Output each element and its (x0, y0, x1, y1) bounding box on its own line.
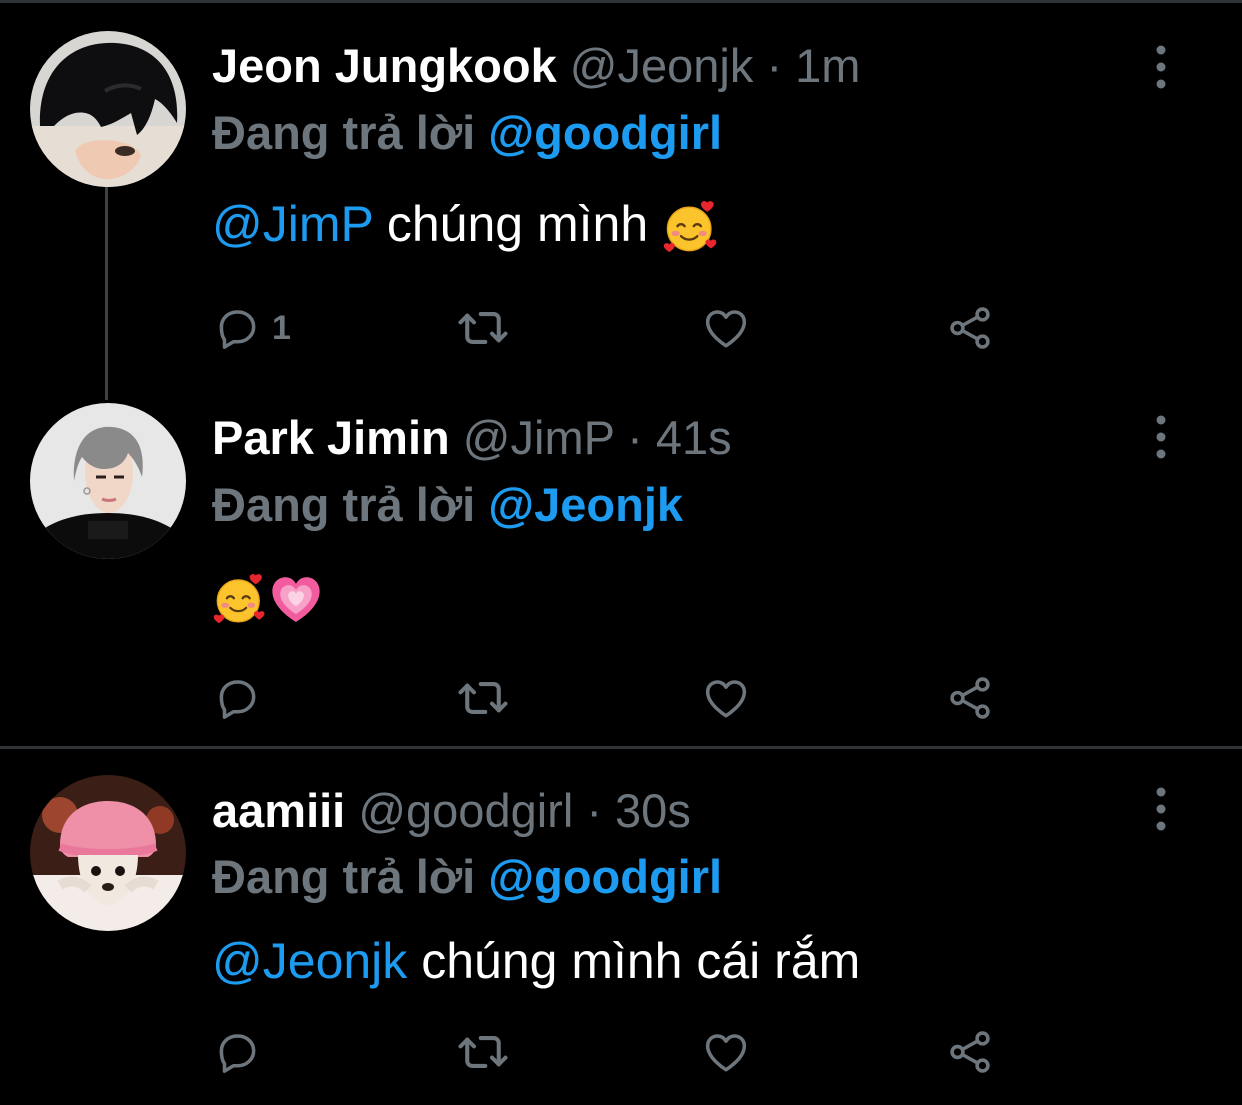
tweet-header: Park Jimin @JimP · 41s (212, 408, 732, 468)
tweet-text-content: chúng mình cái rắm (421, 933, 861, 989)
speech-bubble-icon (212, 303, 262, 353)
more-options-icon[interactable] (1148, 786, 1174, 832)
share-button[interactable] (945, 1022, 995, 1082)
timestamp[interactable]: 30s (615, 784, 691, 837)
share-button[interactable] (945, 298, 995, 358)
separator-dot: · (627, 411, 643, 464)
retweet-button[interactable] (456, 298, 510, 358)
tweet-text-content: chúng mình (386, 196, 649, 252)
avatar[interactable] (30, 31, 186, 187)
like-button[interactable] (701, 1022, 751, 1082)
replying-label: Đang trả lời (212, 478, 476, 531)
growing-heart-icon (268, 572, 324, 628)
smiling-face-with-hearts-icon (212, 572, 268, 628)
like-button[interactable] (701, 668, 751, 728)
tweet-park-jimin[interactable]: Park Jimin @JimP · 41s Đang trả lời @Jeo… (0, 370, 1242, 746)
user-handle[interactable]: @Jeonjk (570, 39, 754, 92)
tweet-text: @JimP chúng mình (212, 192, 720, 256)
display-name[interactable]: Park Jimin (212, 411, 450, 464)
more-options-icon[interactable] (1148, 414, 1174, 460)
user-handle[interactable]: @JimP (463, 411, 614, 464)
tweet-text (212, 564, 324, 628)
replying-label: Đang trả lời (212, 106, 476, 159)
retweet-icon (456, 671, 510, 725)
replying-to-mention[interactable]: @goodgirl (488, 106, 722, 159)
avatar[interactable] (30, 403, 186, 559)
share-icon (945, 673, 995, 723)
tweet-actions: 1 (0, 298, 1242, 358)
tweet-jeon-jungkook[interactable]: Jeon Jungkook @Jeonjk · 1m Đang trả lời … (0, 0, 1242, 370)
timestamp[interactable]: 1m (795, 39, 860, 92)
replying-to-mention[interactable]: @Jeonjk (488, 478, 683, 531)
separator-dot: · (766, 39, 783, 92)
tweet-text: @Jeonjk chúng mình cái rắm (212, 929, 860, 993)
tweet-header: aamiii @goodgirl · 30s (212, 781, 691, 841)
replying-label: Đang trả lời (212, 850, 476, 903)
retweet-button[interactable] (456, 1022, 510, 1082)
more-options-icon[interactable] (1148, 44, 1174, 90)
reply-button[interactable] (212, 1022, 272, 1082)
retweet-icon (456, 1025, 510, 1079)
heart-icon (701, 673, 751, 723)
share-button[interactable] (945, 668, 995, 728)
replying-to-line: Đang trả lời @goodgirl (212, 102, 722, 164)
separator-dot: · (586, 784, 602, 837)
reply-button[interactable] (212, 668, 272, 728)
timestamp[interactable]: 41s (656, 411, 732, 464)
display-name[interactable]: Jeon Jungkook (212, 39, 557, 92)
smiling-face-with-hearts-icon (662, 199, 720, 257)
tweet-actions (0, 1022, 1242, 1082)
user-handle[interactable]: @goodgirl (358, 784, 573, 837)
reply-count: 1 (272, 308, 291, 347)
tweet-header: Jeon Jungkook @Jeonjk · 1m (212, 36, 860, 96)
heart-icon (701, 1027, 751, 1077)
retweet-icon (456, 301, 510, 355)
avatar[interactable] (30, 775, 186, 931)
speech-bubble-icon (212, 1027, 262, 1077)
replying-to-line: Đang trả lời @goodgirl (212, 846, 722, 908)
mention-link[interactable]: @JimP (212, 196, 373, 252)
share-icon (945, 303, 995, 353)
retweet-button[interactable] (456, 668, 510, 728)
share-icon (945, 1027, 995, 1077)
display-name[interactable]: aamiii (212, 784, 345, 837)
replying-to-line: Đang trả lời @Jeonjk (212, 474, 683, 536)
speech-bubble-icon (212, 673, 262, 723)
tweet-actions (0, 668, 1242, 728)
reply-button[interactable]: 1 (212, 298, 291, 358)
replying-to-mention[interactable]: @goodgirl (488, 850, 722, 903)
mention-link[interactable]: @Jeonjk (212, 933, 407, 989)
tweet-aamiii[interactable]: aamiii @goodgirl · 30s Đang trả lời @goo… (0, 749, 1242, 1105)
like-button[interactable] (701, 298, 751, 358)
heart-icon (701, 303, 751, 353)
